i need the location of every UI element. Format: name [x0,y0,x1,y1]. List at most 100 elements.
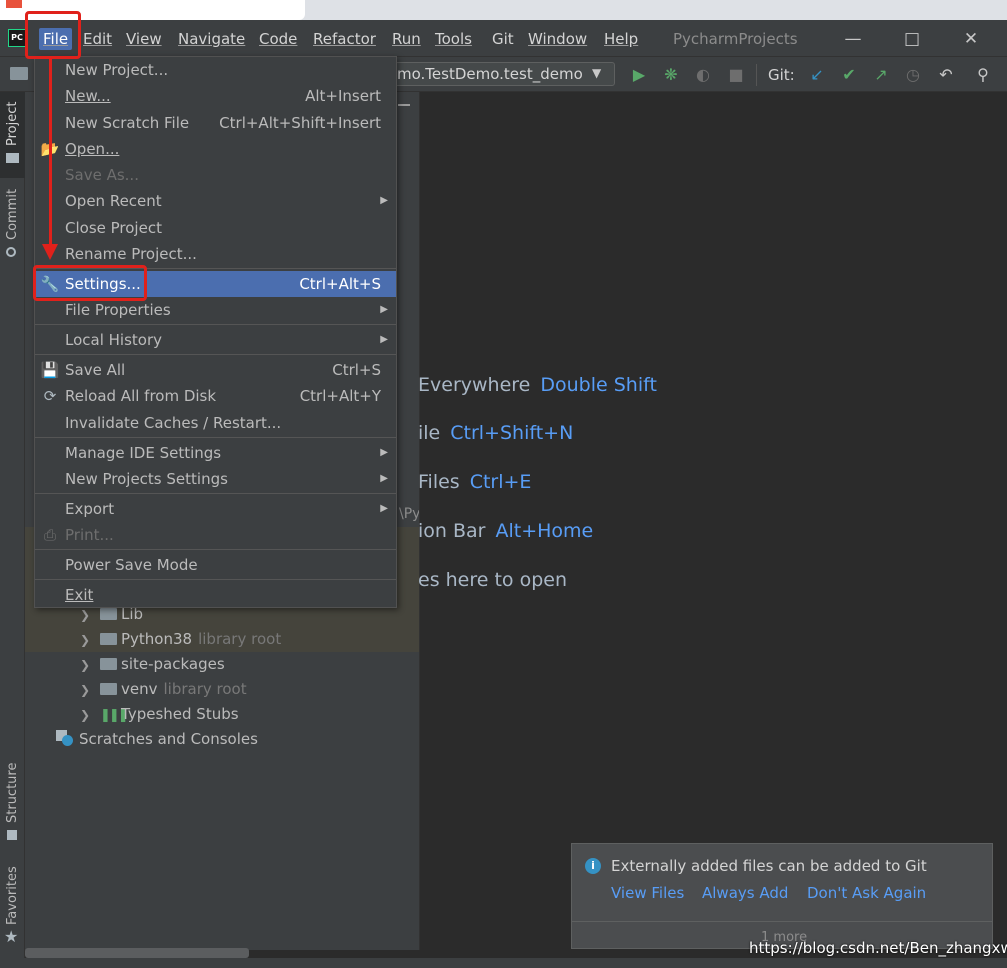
menu-item-save-all[interactable]: 💾 Save All Ctrl+S [35,357,396,383]
view-files-link[interactable]: View Files [611,884,684,902]
notification-divider [572,921,992,922]
menu-code[interactable]: Code [259,28,297,50]
refresh-icon: ⟳ [43,387,57,405]
stop-icon[interactable]: ■ [725,64,747,86]
info-icon: i [585,858,601,874]
rollback-icon[interactable]: ↶ [935,64,957,86]
menu-item-new[interactable]: New... Alt+Insert [35,83,396,109]
notification-message: Externally added files can be added to G… [611,857,927,875]
menu-item-new-scratch-file[interactable]: New Scratch File Ctrl+Alt+Shift+Insert [35,110,396,136]
git-commit-icon[interactable]: ✔ [838,64,860,86]
folder-icon[interactable] [10,67,28,80]
browser-favicon-icon [6,0,22,8]
tree-item-label: site-packages [121,655,225,673]
printer-icon: ⎙ [43,526,56,544]
menu-item-manage-ide-settings[interactable]: Manage IDE Settings ▶ [35,440,396,466]
menu-refactor[interactable]: Refactor [313,28,376,50]
menu-git[interactable]: Git [492,28,514,50]
structure-tab-label[interactable]: Structure [5,763,20,823]
watermark: https://blog.csdn.net/Ben_zhangxw [749,939,1007,957]
chevron-right-icon: ❯ [80,658,91,672]
menu-item-export[interactable]: Export ▶ [35,496,396,522]
menu-view[interactable]: View [126,28,162,50]
scratches-icon [56,730,74,746]
menu-item-rename-project[interactable]: Rename Project... [35,241,396,267]
menu-separator [35,579,396,580]
menu-separator [35,437,396,438]
library-bars-icon: ❚❚❚ [100,708,129,723]
menu-run[interactable]: Run [392,28,421,50]
tree-item-site-packages[interactable]: ❯ site-packages [80,652,225,676]
save-icon: 💾 [40,361,60,379]
menu-separator [35,493,396,494]
tree-item-label: Scratches and Consoles [79,730,258,748]
menu-item-exit[interactable]: Exit [35,582,396,608]
menu-item-save-as: Save As... [65,166,139,184]
menu-item-power-save-mode[interactable]: Power Save Mode [35,552,396,578]
run-icon[interactable]: ▶ [628,64,650,86]
horizontal-scrollbar[interactable] [25,948,249,958]
submenu-arrow-icon: ▶ [380,447,388,458]
tree-item-scratches[interactable]: Scratches and Consoles [56,727,258,751]
git-push-icon[interactable]: ↗ [870,64,892,86]
project-tab-label[interactable]: Project [5,102,20,146]
menu-help[interactable]: Help [604,28,638,50]
dont-ask-again-link[interactable]: Don't Ask Again [807,884,926,902]
pycharm-logo-icon: PC [8,29,26,47]
tree-item-venv[interactable]: ❯ venv library root [80,677,247,701]
coverage-icon[interactable]: ◐ [692,64,714,86]
menu-item-open-recent[interactable]: Open Recent ▶ [35,188,396,214]
submenu-arrow-icon: ▶ [380,304,388,315]
annotation-box-file [25,11,81,59]
chevron-down-icon: ▼ [592,66,602,80]
hint-go-to-file: ile Ctrl+Shift+N [418,422,574,444]
tree-item-label: Typeshed Stubs [121,705,239,723]
annotation-arrow-head-icon [42,244,58,260]
menu-item-reload-all[interactable]: ⟳ Reload All from Disk Ctrl+Alt+Y [35,383,396,409]
git-history-icon[interactable]: ◷ [902,64,924,86]
submenu-arrow-icon: ▶ [380,334,388,345]
annotation-box-settings [33,265,147,301]
maximize-icon[interactable]: □ [897,26,927,52]
minimize-icon[interactable]: — [838,26,868,52]
menu-item-new-projects-settings[interactable]: New Projects Settings ▶ [35,466,396,492]
toolbar-divider [756,64,757,86]
tree-item-label: Python38 [121,630,193,648]
always-add-link[interactable]: Always Add [702,884,788,902]
menu-item-local-history[interactable]: Local History ▶ [35,327,396,353]
commit-tab-label[interactable]: Commit [5,189,20,240]
menu-item-close-project[interactable]: Close Project [35,215,396,241]
menu-tools[interactable]: Tools [435,28,472,50]
hint-recent-files: Files Ctrl+E [418,471,532,493]
submenu-arrow-icon: ▶ [380,473,388,484]
favorites-tab-label[interactable]: Favorites [5,866,20,925]
folder-icon [100,608,117,620]
project-folder-icon [6,153,19,163]
menu-edit[interactable]: Edit [83,28,112,50]
run-configuration-select[interactable]: mo.TestDemo.test_demo [390,62,615,86]
git-update-icon[interactable]: ↙ [806,64,828,86]
folder-icon [100,683,117,695]
library-root-tag: library root [198,630,282,648]
menu-item-open[interactable]: 📂Open... [35,136,396,162]
folder-icon [100,658,117,670]
debug-icon[interactable]: ❋ [660,64,682,86]
status-bar [0,958,1007,968]
structure-icon [7,830,17,840]
chevron-right-icon: ❯ [80,683,91,697]
hint-search-everywhere: Everywhere Double Shift [418,374,657,396]
menu-item-new-project[interactable]: New Project... [35,57,396,83]
commit-icon [6,247,16,257]
search-icon[interactable]: ⚲ [972,64,994,86]
close-icon[interactable]: ✕ [956,26,986,52]
annotation-arrow [49,58,52,248]
tree-item-python38[interactable]: ❯ Python38 library root [80,627,281,651]
library-root-tag: library root [163,680,247,698]
menu-window[interactable]: Window [528,28,587,50]
tree-item-label: venv [121,680,158,698]
menu-item-invalidate-caches[interactable]: Invalidate Caches / Restart... [35,410,396,436]
menu-navigate[interactable]: Navigate [178,28,245,50]
submenu-arrow-icon: ▶ [380,195,388,206]
hint-navigation-bar: ion Bar Alt+Home [418,520,594,542]
tree-item-typeshed-stubs[interactable]: ❯ ❚❚❚Typeshed Stubs [80,702,239,726]
